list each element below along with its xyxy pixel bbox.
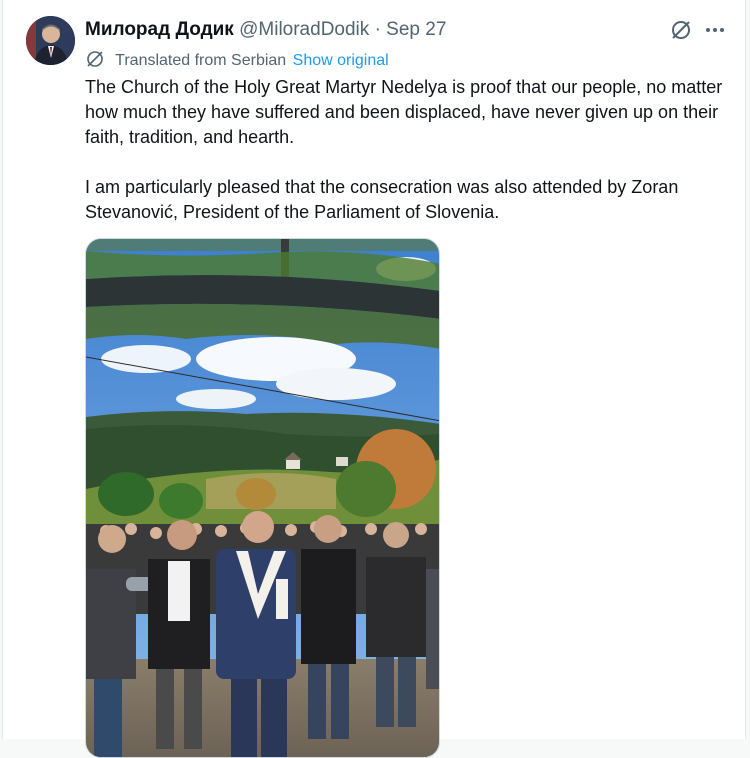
translate-icon xyxy=(85,49,105,69)
grok-icon[interactable] xyxy=(669,18,693,42)
tweet-paragraph: I am particularly pleased that the conse… xyxy=(85,177,679,222)
tweet-photo[interactable] xyxy=(85,238,440,758)
tweet-header: Милорад Додик @MiloradDodik · Sep 27 xyxy=(85,18,446,42)
author-handle[interactable]: @MiloradDodik xyxy=(239,19,369,40)
show-original-link[interactable]: Show original xyxy=(293,52,389,69)
tweet-paragraph: The Church of the Holy Great Martyr Nede… xyxy=(85,77,723,147)
tweet-card[interactable]: Милорад Додик @MiloradDodik · Sep 27 Tra… xyxy=(2,0,746,758)
header-separator: · xyxy=(374,19,381,40)
more-horizontal-icon[interactable] xyxy=(703,18,727,42)
translation-notice: Translated from Serbian Show original xyxy=(85,49,389,71)
author-name[interactable]: Милорад Додик xyxy=(85,19,234,40)
tweet-text: The Church of the Holy Great Martyr Nede… xyxy=(85,75,735,225)
author-avatar[interactable] xyxy=(26,16,75,65)
tweet-date[interactable]: Sep 27 xyxy=(386,19,446,40)
translated-label: Translated from Serbian xyxy=(115,52,287,69)
